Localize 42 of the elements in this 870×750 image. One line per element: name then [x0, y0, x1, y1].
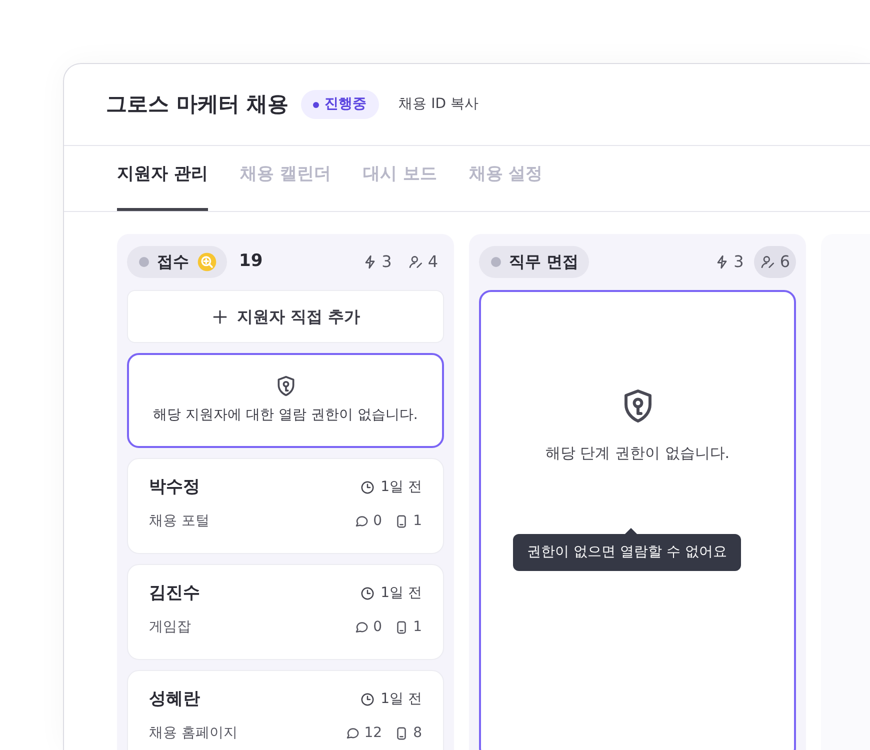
add-applicant-button[interactable]: 지원자 직접 추가 [127, 290, 444, 343]
stat-chip[interactable]: 3 [356, 246, 398, 278]
plus-icon [210, 308, 229, 326]
comment-count: 0 [373, 618, 382, 636]
time-ago: 1일 전 [380, 478, 422, 498]
permission-message: 해당 지원자에 대한 열람 권한이 없습니다. [153, 406, 418, 425]
applicant-name: 김진수 [149, 582, 200, 605]
applicant-name: 성혜란 [149, 688, 200, 711]
clock-icon [360, 692, 375, 708]
stage-title: 접수 [157, 251, 189, 273]
applicant-count: 19 [239, 250, 263, 274]
file-count: 1 [413, 512, 422, 530]
clock-icon [360, 586, 375, 602]
stat-chip[interactable]: 3 [708, 246, 750, 278]
file-count: 8 [413, 724, 422, 742]
applicant-source: 채용 포털 [149, 512, 210, 530]
time-ago: 1일 전 [380, 690, 422, 710]
clock-icon [360, 480, 375, 496]
copy-id-button[interactable]: 채용 ID 복사 [398, 94, 478, 115]
applicant-card[interactable]: 김진수 1일 전 게임잡 0 1 [127, 564, 444, 660]
speech-bubble-icon [354, 514, 370, 528]
tab[interactable]: 지원자 관리 [117, 162, 208, 211]
comment-count: 12 [364, 724, 382, 742]
person-icon [760, 254, 776, 270]
speech-bubble-icon [345, 726, 360, 740]
person-icon [408, 254, 424, 270]
applicant-source: 채용 홈페이지 [149, 724, 238, 742]
status-badge: 진행중 [300, 90, 379, 119]
comment-count: 0 [373, 512, 382, 530]
tooltip: 권한이 없으면 열람할 수 없어요 [513, 534, 741, 571]
applicant-card[interactable]: 성혜란 1일 전 채용 홈페이지 12 8 [127, 670, 444, 750]
permission-message: 해당 단계 권한이 없습니다. [545, 443, 730, 464]
file-count: 1 [413, 618, 422, 636]
speech-bubble-icon [354, 620, 370, 634]
applicant-name: 박수정 [149, 476, 200, 499]
time-ago: 1일 전 [380, 584, 422, 604]
page-title: 그로스 마케터 채용 [106, 90, 289, 118]
stage-title: 직무 면접 [509, 251, 579, 273]
stat-chip[interactable]: 4 [402, 246, 444, 278]
applicant-source: 게임잡 [149, 618, 191, 636]
applicant-card[interactable]: 박수정 1일 전 채용 포털 0 1 [127, 458, 444, 554]
stat-chip[interactable]: 6 [754, 246, 796, 278]
